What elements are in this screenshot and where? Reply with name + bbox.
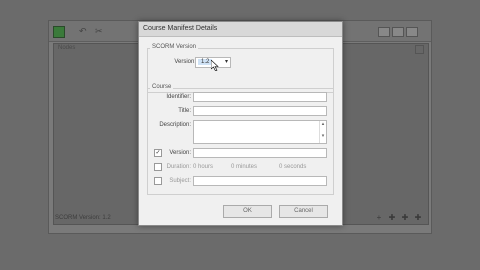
panel-title: Nodes [58, 45, 76, 51]
scroll-up-icon[interactable]: ▴ [320, 121, 326, 127]
duration-seconds[interactable]: 0 seconds [279, 164, 306, 170]
duration-label: Duration: [166, 164, 191, 170]
cancel-button[interactable]: Cancel [279, 205, 328, 218]
window-close-button[interactable] [406, 27, 418, 37]
scorm-version-heading: SCORM Version [150, 44, 199, 50]
version-label: Version: [174, 59, 196, 65]
scorm-version-group [147, 48, 334, 93]
ok-button[interactable]: OK [223, 205, 272, 218]
dialog-title-bar: Course Manifest Details [139, 22, 342, 37]
window-restore-button[interactable] [378, 27, 390, 37]
move-up-icon[interactable]: ✚ [388, 214, 396, 222]
undo-icon[interactable]: ↶ [79, 26, 89, 36]
window-maximize-button[interactable] [392, 27, 404, 37]
identifier-input[interactable] [193, 92, 327, 102]
remove-icon[interactable]: ✚ [414, 214, 422, 222]
subject-input[interactable] [193, 176, 327, 186]
chevron-down-icon: ▾ [224, 59, 228, 65]
identifier-label: Identifier: [166, 94, 191, 100]
duration-hours[interactable]: 0 hours [193, 164, 213, 170]
mouse-cursor-icon [210, 59, 219, 73]
add-icon[interactable]: + [375, 214, 383, 222]
scorm-version-status: SCORM Version: 1.2 [55, 215, 111, 221]
course-heading: Course [150, 84, 174, 90]
dialog-title: Course Manifest Details [143, 25, 218, 32]
scroll-down-icon[interactable]: ▾ [320, 133, 326, 139]
description-scrollbar[interactable]: ▴ ▾ [319, 121, 326, 143]
description-textarea[interactable]: ▴ ▾ [193, 120, 327, 144]
title-label: Title: [178, 108, 191, 114]
cut-icon[interactable]: ✂ [95, 26, 105, 36]
description-label: Description: [159, 122, 191, 128]
course-manifest-dialog: Course Manifest Details SCORM Version Ve… [138, 21, 343, 226]
course-version-label: Version: [169, 150, 191, 156]
course-version-input[interactable] [193, 148, 327, 158]
subject-label: Subject: [169, 178, 191, 184]
move-down-icon[interactable]: ✚ [401, 214, 409, 222]
title-input[interactable] [193, 106, 327, 116]
save-icon[interactable] [53, 26, 65, 38]
panel-menu-icon[interactable] [415, 45, 424, 54]
duration-minutes[interactable]: 0 minutes [231, 164, 257, 170]
